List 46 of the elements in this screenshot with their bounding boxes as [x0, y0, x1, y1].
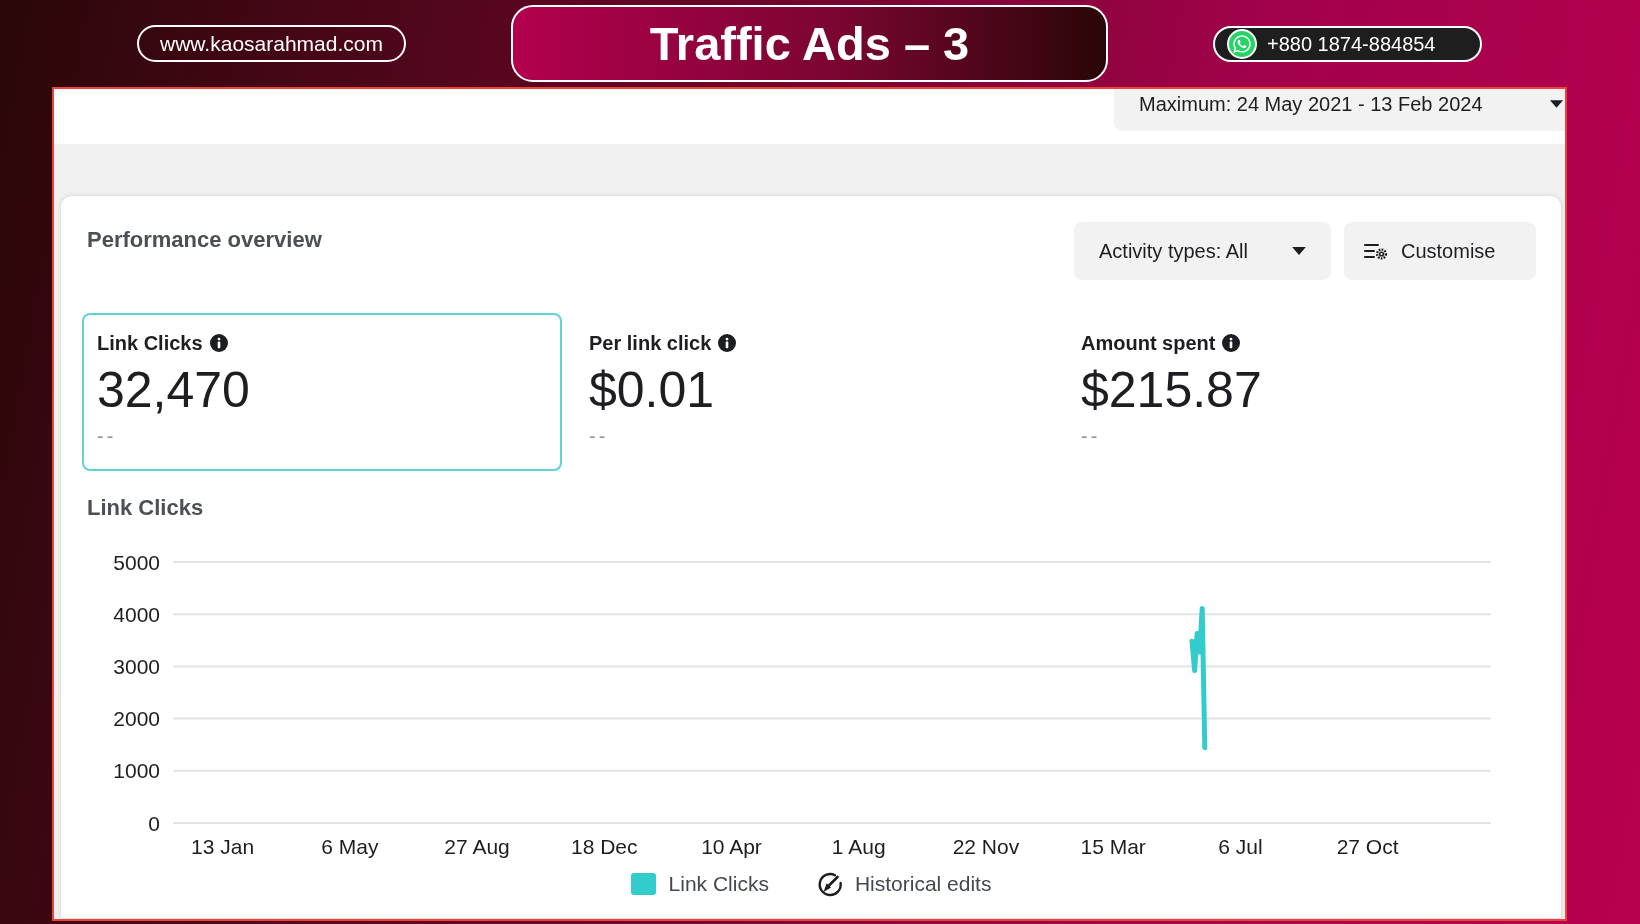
- axis-label: 15 Mar: [1080, 835, 1146, 858]
- axis-label: 10 Apr: [701, 835, 762, 858]
- axis-label: 5000: [113, 550, 160, 574]
- customise-button[interactable]: Customise: [1344, 222, 1536, 280]
- website-url: www.kaosarahmad.com: [137, 25, 406, 62]
- axis-label: 13 Jan: [191, 835, 255, 858]
- metric-value: $0.01: [589, 361, 715, 420]
- chat-phone-icon: [1227, 28, 1257, 59]
- banner-title: Traffic Ads – 3: [511, 5, 1108, 82]
- metric-value: 32,470: [97, 361, 250, 420]
- axis-label: 18 Dec: [571, 835, 638, 858]
- activity-types-dropdown[interactable]: Activity types: All: [1074, 222, 1331, 280]
- axis-label: 22 Nov: [952, 835, 1020, 858]
- info-icon[interactable]: [718, 334, 737, 352]
- pencil-circle-icon: [816, 871, 843, 897]
- section-title: Performance overview: [87, 227, 322, 253]
- metric-change: --: [1081, 424, 1101, 448]
- list-gear-icon: [1364, 241, 1388, 261]
- phone-number: +880 1874-884854: [1267, 33, 1436, 54]
- axis-label: 0: [148, 811, 160, 835]
- axis-label: 3000: [113, 654, 160, 678]
- caret-down-icon: [1292, 247, 1306, 255]
- metric-change: --: [589, 424, 609, 448]
- axis-label: 4000: [113, 602, 160, 626]
- metric-label: Link Clicks: [97, 331, 203, 355]
- metric-card[interactable]: Amount spent $215.87 --: [1066, 313, 1546, 471]
- legend-label: Link Clicks: [668, 871, 769, 897]
- legend-label: Historical edits: [854, 871, 992, 897]
- axis-label: 27 Aug: [444, 835, 510, 858]
- caret-down-icon: [1550, 100, 1563, 108]
- metric-value: $215.87: [1081, 361, 1262, 420]
- info-icon[interactable]: [1222, 334, 1241, 352]
- axis-label: 6 May: [321, 835, 379, 858]
- axis-label: 27 Oct: [1336, 835, 1399, 858]
- axis-label: 2000: [113, 707, 160, 731]
- axis-label: 6 Jul: [1218, 835, 1263, 858]
- info-icon[interactable]: [209, 334, 228, 352]
- date-range-dropdown[interactable]: Maximum: 24 May 2021 - 13 Feb 2024: [1114, 89, 1565, 131]
- axis-label: 1000: [113, 759, 160, 783]
- metric-card[interactable]: Link Clicks 32,470 --: [82, 313, 562, 471]
- axis-label: 1 Aug: [831, 835, 886, 858]
- metric-card[interactable]: Per link click $0.01 --: [574, 313, 1054, 471]
- chart-title: Link Clicks: [87, 495, 204, 521]
- metric-label: Per link click: [589, 331, 712, 355]
- metric-change: --: [97, 424, 117, 448]
- metric-label: Amount spent: [1081, 331, 1216, 355]
